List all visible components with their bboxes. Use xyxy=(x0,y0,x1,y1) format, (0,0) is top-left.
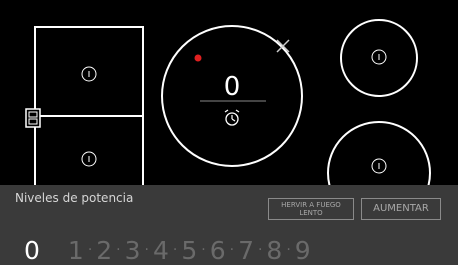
simmer-label-line1: HERVIR A FUEGO xyxy=(281,201,341,209)
power-level-panel: Niveles de potencia HERVIR A FUEGO LENTO… xyxy=(0,185,458,265)
cooktop-surface: 0 xyxy=(0,0,458,185)
panel-title: Niveles de potencia xyxy=(15,191,134,205)
level-separator: · xyxy=(257,242,263,258)
flex-bridge-icon[interactable] xyxy=(25,108,41,128)
simmer-button[interactable]: HERVIR A FUEGO LENTO xyxy=(268,198,354,220)
timer-icon[interactable] xyxy=(224,109,240,126)
info-icon[interactable] xyxy=(371,158,387,174)
power-level-selector: 0 1 · 2 · 3 · 4 · 5 · 6 · 7 · 8 · 9 xyxy=(24,238,311,263)
info-icon[interactable] xyxy=(81,151,97,167)
simmer-label-line2: LENTO xyxy=(299,209,323,217)
info-icon[interactable] xyxy=(371,49,387,65)
power-level-7[interactable]: 7 xyxy=(238,238,254,263)
level-separator: · xyxy=(201,242,206,258)
power-level-2[interactable]: 2 xyxy=(96,238,112,263)
active-indicator-dot xyxy=(194,54,202,62)
level-separator: · xyxy=(286,242,291,258)
power-level-4[interactable]: 4 xyxy=(153,238,169,263)
level-separator: · xyxy=(144,242,149,258)
cooking-zone-bottom-right[interactable] xyxy=(327,121,431,185)
level-separator: · xyxy=(229,242,235,258)
zone-power-value: 0 xyxy=(224,72,241,102)
power-level-9[interactable]: 9 xyxy=(295,238,311,263)
power-level-5[interactable]: 5 xyxy=(181,238,197,263)
power-level-0[interactable]: 0 xyxy=(24,238,40,263)
increase-button[interactable]: AUMENTAR xyxy=(361,198,441,220)
power-level-6[interactable]: 6 xyxy=(210,238,226,263)
power-level-1[interactable]: 1 xyxy=(68,238,84,263)
power-level-3[interactable]: 3 xyxy=(125,238,141,263)
close-icon[interactable] xyxy=(276,39,290,53)
level-separator: · xyxy=(87,242,93,258)
level-separator: · xyxy=(116,242,121,258)
info-icon[interactable] xyxy=(81,66,97,82)
power-level-8[interactable]: 8 xyxy=(266,238,282,263)
level-separator: · xyxy=(172,242,178,258)
